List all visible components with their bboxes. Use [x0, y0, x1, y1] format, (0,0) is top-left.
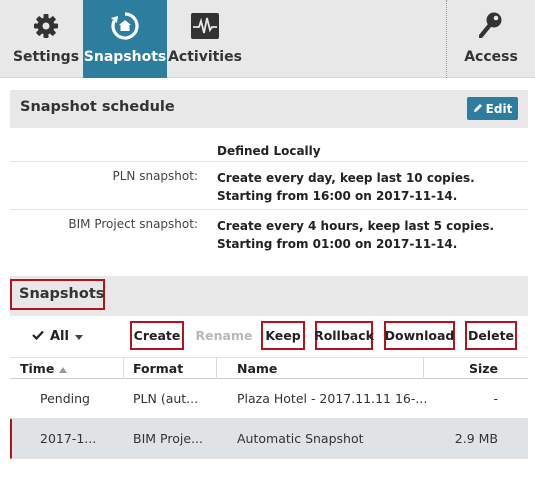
snapshots-table: Time Format Name Size Pending PLN (aut..…	[10, 357, 528, 459]
schedule-source: Defined Locally	[217, 144, 321, 158]
schedule-source-row: Defined Locally	[10, 138, 528, 162]
cell-format: BIM Proje...	[133, 431, 203, 446]
schedule-row-value: Create every 4 hours, keep last 5 copies…	[217, 217, 494, 253]
column-header-label: Time	[20, 361, 55, 376]
schedule-line: Starting from 16:00 on 2017-11-14.	[217, 189, 458, 203]
tab-activities-label: Activities	[168, 49, 242, 65]
cell-size: 2.9 MB	[454, 431, 498, 446]
edit-button[interactable]: Edit	[467, 97, 518, 120]
caret-down-icon	[74, 329, 83, 344]
schedule-row-label: PLN snapshot:	[112, 169, 199, 183]
top-toolbar: Settings Snapshots Activities Access	[0, 0, 535, 78]
cell-format: PLN (aut...	[133, 391, 199, 406]
cell-time: Pending	[40, 391, 90, 406]
snapshot-schedule-title: Snapshot schedule	[20, 99, 175, 115]
tab-settings[interactable]: Settings	[10, 0, 82, 78]
rollback-button[interactable]: Rollback	[314, 321, 374, 350]
download-button[interactable]: Download	[384, 321, 455, 350]
tab-snapshots[interactable]: Snapshots	[83, 0, 167, 78]
snapshots-header: Snapshots	[10, 276, 528, 316]
column-header-format[interactable]: Format	[133, 361, 183, 376]
table-row-selected[interactable]: 2017-1... BIM Proje... Automatic Snapsho…	[10, 419, 528, 459]
table-header: Time Format Name Size	[10, 357, 528, 379]
delete-button[interactable]: Delete	[465, 321, 517, 350]
tab-settings-label: Settings	[12, 49, 80, 65]
snapshot-schedule-header: Snapshot schedule Edit	[10, 90, 528, 128]
tab-access-label: Access	[464, 49, 518, 65]
tab-activities[interactable]: Activities	[167, 0, 243, 78]
snapshots-title: Snapshots	[19, 286, 105, 302]
schedule-line: Create every day, keep last 10 copies.	[217, 171, 475, 185]
gear-icon	[30, 10, 62, 42]
column-header-name[interactable]: Name	[237, 361, 277, 376]
snapshots-title-highlight: Snapshots	[10, 279, 105, 310]
table-row[interactable]: Pending PLN (aut... Plaza Hotel - 2017.1…	[10, 379, 528, 419]
cell-size: -	[493, 391, 498, 406]
select-all-dropdown[interactable]: All	[32, 329, 83, 344]
cell-name: Plaza Hotel - 2017.11.11 16-...	[237, 391, 428, 406]
schedule-line: Create every 4 hours, keep last 5 copies…	[217, 219, 495, 233]
snapshot-action-bar: All Create Rename Keep Rollback Download…	[10, 318, 528, 356]
key-icon	[475, 10, 507, 42]
create-button[interactable]: Create	[130, 321, 184, 350]
schedule-row-label: BIM Project snapshot:	[68, 217, 198, 231]
column-divider	[216, 358, 217, 379]
activity-pulse-icon	[189, 10, 221, 42]
tab-access[interactable]: Access	[446, 0, 535, 78]
checkmark-icon	[32, 329, 44, 344]
schedule-row-pln: PLN snapshot: Create every day, keep las…	[10, 162, 528, 210]
schedule-row-value: Create every day, keep last 10 copies. S…	[217, 169, 475, 205]
sort-ascending-icon	[58, 361, 67, 376]
cell-time: 2017-1...	[40, 431, 97, 446]
pencil-icon	[473, 102, 483, 116]
column-divider	[123, 358, 124, 379]
tab-snapshots-label: Snapshots	[83, 49, 167, 65]
schedule-line: Starting from 01:00 on 2017-11-14.	[217, 237, 458, 251]
snapshot-restore-icon	[109, 10, 141, 42]
edit-button-label: Edit	[485, 101, 513, 116]
column-header-size[interactable]: Size	[469, 361, 498, 376]
select-all-label: All	[50, 329, 69, 344]
cell-name: Automatic Snapshot	[237, 431, 364, 446]
column-header-time[interactable]: Time	[20, 361, 67, 376]
keep-button[interactable]: Keep	[261, 321, 305, 350]
schedule-row-bim: BIM Project snapshot: Create every 4 hou…	[10, 210, 528, 258]
rename-button[interactable]: Rename	[194, 321, 254, 350]
column-divider	[423, 358, 424, 379]
